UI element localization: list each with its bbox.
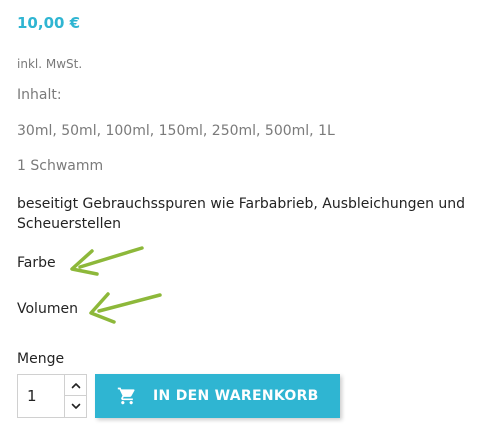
quantity-input[interactable] xyxy=(18,375,64,417)
chevron-up-icon xyxy=(71,382,80,388)
quantity-stepper xyxy=(17,374,87,418)
available-sizes: 30ml, 50ml, 100ml, 150ml, 250ml, 500ml, … xyxy=(17,123,335,139)
chevron-down-icon xyxy=(71,403,80,409)
tax-note: inkl. MwSt. xyxy=(17,57,83,71)
included-sponge: 1 Schwamm xyxy=(17,158,104,174)
green-arrow-icon xyxy=(70,246,144,276)
volume-variant-label: Volumen xyxy=(17,301,78,317)
product-page: 10,00 € inkl. MwSt. Inhalt: 30ml, 50ml, … xyxy=(0,0,488,445)
quantity-label: Menge xyxy=(17,351,65,367)
quantity-increase-button[interactable] xyxy=(65,375,86,396)
color-variant-label: Farbe xyxy=(17,255,56,271)
add-to-cart-button[interactable]: IN DEN WARENKORB xyxy=(95,374,340,418)
product-description: beseitigt Gebrauchsspuren wie Farbabrieb… xyxy=(17,196,466,232)
green-arrow-icon xyxy=(89,292,162,324)
shopping-cart-icon xyxy=(117,387,135,405)
product-price: 10,00 € xyxy=(17,14,81,32)
content-label: Inhalt: xyxy=(17,87,62,103)
quantity-decrease-button[interactable] xyxy=(65,396,86,417)
add-to-cart-label: IN DEN WARENKORB xyxy=(153,388,319,404)
